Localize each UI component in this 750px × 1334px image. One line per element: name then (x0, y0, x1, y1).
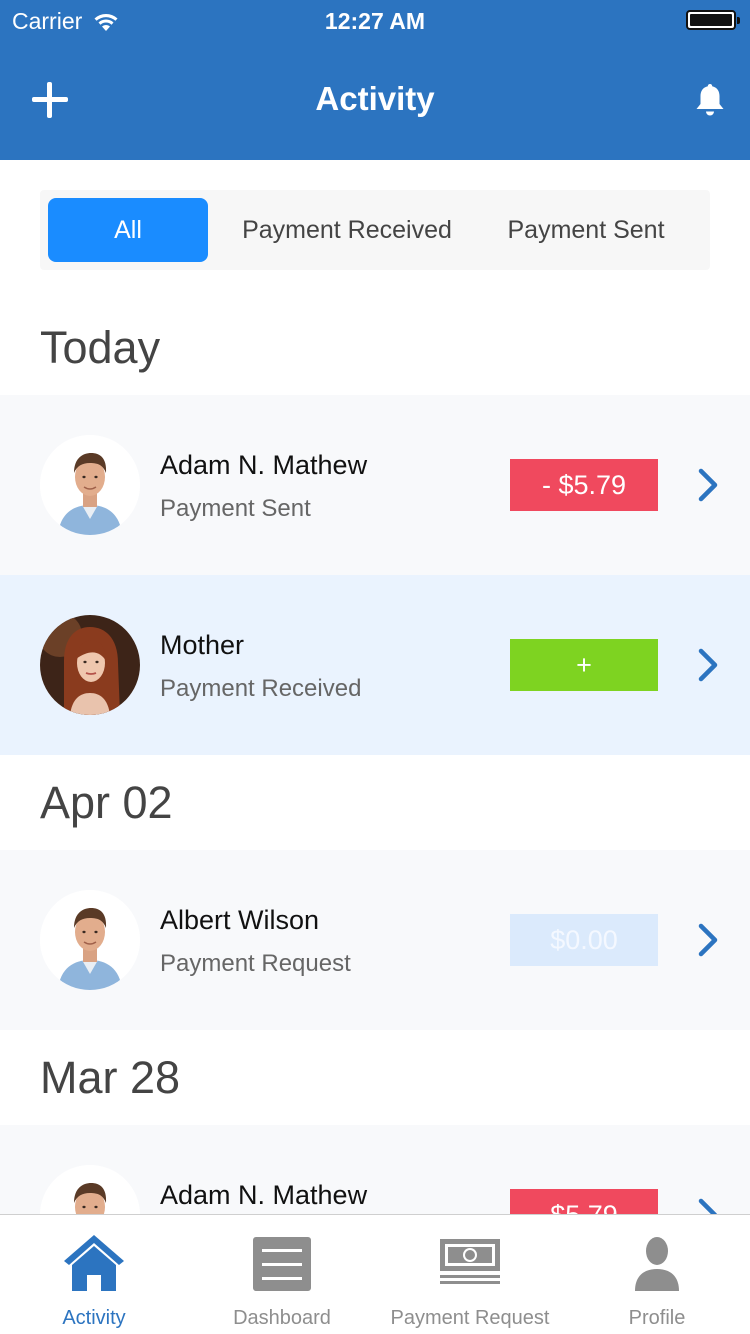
contact-name: Adam N. Mathew (160, 1180, 368, 1210)
amount-badge: + (510, 639, 658, 691)
tab-label: Activity (62, 1307, 126, 1329)
dashboard-icon (253, 1237, 311, 1291)
status-bar: Carrier 12:27 AM (0, 0, 750, 40)
activity-row[interactable]: Adam N. Mathew Payment Sent - $5.79 (0, 395, 750, 575)
transaction-type: Payment Request (160, 950, 351, 977)
page-title: Activity (315, 80, 435, 117)
filter-payment-received-tab[interactable]: Payment Received (220, 198, 474, 262)
tab-label: Profile (628, 1307, 686, 1329)
contact-name: Adam N. Mathew (160, 450, 368, 480)
status-time: 12:27 AM (324, 8, 426, 34)
profile-icon (635, 1237, 679, 1291)
avatar (40, 890, 140, 990)
transaction-type: Payment Received (160, 675, 362, 702)
transaction-type: Payment Sent (160, 495, 311, 522)
tab-label: Payment Request (390, 1307, 550, 1329)
filter-payment-sent-tab[interactable]: Payment Sent (488, 198, 684, 262)
section-title-mar-28: Mar 28 (40, 1052, 181, 1103)
money-icon (440, 1239, 500, 1284)
tab-label: Dashboard (233, 1307, 331, 1329)
tab-activity[interactable]: Activity (0, 1215, 188, 1334)
battery-icon (686, 10, 740, 30)
section-title-today: Today (40, 322, 161, 373)
amount-badge: - $5.79 (510, 459, 658, 511)
chevron-right-icon[interactable] (696, 467, 722, 503)
tab-bar: Activity Dashboard Payment Request Profi… (0, 1214, 750, 1334)
avatar (40, 435, 140, 535)
filter-all-tab[interactable]: All (48, 198, 208, 262)
nav-header: Carrier 12:27 AM Activity (0, 0, 750, 160)
home-icon (64, 1235, 124, 1291)
activity-row[interactable]: Albert Wilson Payment Request $0.00 (0, 850, 750, 1030)
activity-row[interactable]: Mother Payment Received + (0, 575, 750, 755)
chevron-right-icon[interactable] (696, 647, 722, 683)
amount-badge: $0.00 (510, 914, 658, 966)
section-title-apr-02: Apr 02 (40, 777, 173, 828)
contact-name: Albert Wilson (160, 905, 320, 935)
chevron-right-icon[interactable] (696, 922, 722, 958)
tab-payment-request[interactable]: Payment Request (376, 1215, 564, 1334)
avatar (40, 615, 140, 715)
tab-profile[interactable]: Profile (564, 1215, 750, 1334)
bell-icon[interactable] (693, 82, 727, 118)
tab-dashboard[interactable]: Dashboard (188, 1215, 376, 1334)
contact-name: Mother (160, 630, 245, 660)
filter-segmented-control: All Payment Received Payment Sent (40, 190, 710, 270)
